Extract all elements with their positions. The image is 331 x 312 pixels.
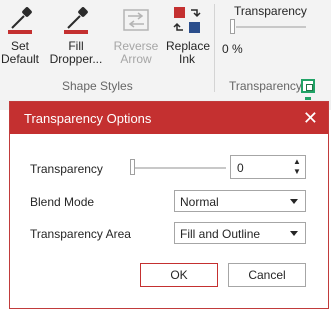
transparency-options-dialog: Transparency Options ✕ Transparency 0 ▲ … [9,101,329,309]
chevron-down-icon [290,231,298,236]
spin-down-icon[interactable]: ▼ [292,167,302,177]
group-separator [214,4,215,92]
ribbon-transparency-slider-thumb[interactable] [230,19,235,34]
transparency-area-value: Fill and Outline [180,227,261,241]
cancel-button[interactable]: Cancel [228,263,306,287]
transparency-spinbox[interactable]: 0 ▲ ▼ [230,155,306,179]
set-default-button[interactable]: Set Default [0,4,40,74]
set-default-dropper-icon [4,4,36,36]
fill-dropper-button[interactable]: Fill Dropper... [48,4,104,74]
dialog-launcher-icon [306,84,313,91]
set-default-label-2: Default [0,52,40,66]
dialog-titlebar: Transparency Options ✕ [10,102,328,134]
replace-ink-button[interactable]: Replace Ink [166,4,210,74]
blend-mode-value: Normal [180,195,219,209]
transparency-area-select[interactable]: Fill and Outline [174,222,306,244]
close-icon[interactable]: ✕ [303,108,318,128]
fill-dropper-icon [60,4,92,36]
reverse-arrow-button[interactable]: Reverse Arrow [112,4,160,74]
group-label-transparency: Transparency [229,79,302,93]
spin-up-icon[interactable]: ▲ [292,157,302,167]
blend-mode-label: Blend Mode [30,195,95,209]
transparency-dialog-launcher[interactable] [301,79,315,93]
fill-dropper-label-2: Dropper... [49,52,103,66]
transparency-spin-value: 0 [237,161,244,175]
replace-ink-icon [171,4,203,36]
ribbon: Set Default Fill Dropper... Reverse Arro… [0,0,331,101]
ribbon-transparency-value: 0 % [222,42,243,56]
reverse-arrow-icon [120,4,152,36]
transparency-area-label: Transparency Area [30,227,131,241]
transparency-slider-track[interactable] [134,167,226,169]
dialog-title: Transparency Options [24,111,152,126]
ribbon-transparency-slider-track[interactable] [236,26,306,28]
reverse-arrow-label-2: Arrow [120,52,152,66]
group-label-shape-styles: Shape Styles [62,79,133,93]
ok-button[interactable]: OK [140,263,218,287]
ribbon-transparency-title: Transparency [234,4,307,18]
blend-mode-select[interactable]: Normal [174,190,306,212]
replace-ink-label-2: Ink [178,52,195,66]
chevron-down-icon [290,199,298,204]
transparency-slider-thumb[interactable] [130,159,135,175]
transparency-label: Transparency [30,162,103,176]
